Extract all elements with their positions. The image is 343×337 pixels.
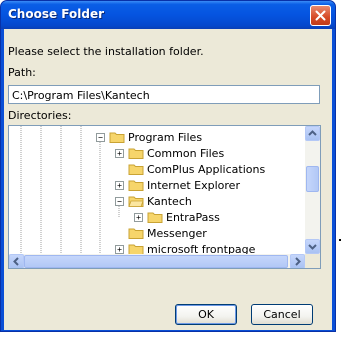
folder-icon bbox=[128, 148, 144, 159]
horizontal-scrollbar[interactable] bbox=[9, 254, 305, 268]
choose-folder-dialog: Choose Folder Please select the installa… bbox=[0, 0, 336, 332]
tree-item-label: Messenger bbox=[147, 226, 207, 240]
ok-button[interactable]: OK bbox=[175, 304, 237, 325]
instruction-text: Please select the installation folder. bbox=[8, 45, 204, 58]
scroll-right-button[interactable] bbox=[290, 254, 305, 268]
directories-label: Directories: bbox=[8, 109, 72, 122]
tree-item-label: Internet Explorer bbox=[147, 178, 240, 192]
plus-icon[interactable]: + bbox=[115, 180, 124, 190]
folder-open-icon bbox=[128, 196, 144, 207]
vertical-scroll-thumb[interactable] bbox=[306, 166, 319, 192]
tree-item-label: EntraPass bbox=[166, 210, 220, 224]
folder-icon bbox=[128, 228, 144, 239]
chevron-down-icon bbox=[308, 244, 317, 250]
tree-item-label: ComPlus Applications bbox=[147, 162, 266, 176]
tree-item-kantech[interactable]: − Kantech bbox=[115, 193, 192, 209]
plus-icon[interactable]: + bbox=[115, 244, 124, 254]
plus-icon[interactable]: + bbox=[115, 148, 124, 158]
path-label: Path: bbox=[8, 66, 36, 79]
tree-item-complus-applications[interactable]: ComPlus Applications bbox=[115, 161, 265, 177]
chevron-left-icon bbox=[13, 257, 19, 266]
tree-item-internet-explorer[interactable]: + Internet Explorer bbox=[115, 177, 240, 193]
close-icon bbox=[315, 10, 326, 21]
scrollbar-corner bbox=[305, 254, 320, 268]
chevron-right-icon bbox=[295, 257, 301, 266]
minus-icon[interactable]: − bbox=[96, 132, 105, 142]
cancel-button[interactable]: Cancel bbox=[251, 304, 313, 325]
folder-icon bbox=[128, 180, 144, 191]
window-title: Choose Folder bbox=[8, 7, 105, 21]
tree-item-program-files[interactable]: − Program Files bbox=[96, 129, 202, 145]
tree-item-messenger[interactable]: Messenger bbox=[115, 225, 207, 241]
minus-icon[interactable]: − bbox=[115, 196, 124, 206]
tree-item-entrapass[interactable]: + EntraPass bbox=[134, 209, 220, 225]
dialog-body: Please select the installation folder. P… bbox=[4, 29, 332, 330]
folder-icon bbox=[109, 132, 125, 143]
scroll-up-button[interactable] bbox=[305, 126, 320, 141]
horizontal-scroll-thumb[interactable] bbox=[24, 255, 288, 268]
close-button[interactable] bbox=[310, 5, 331, 26]
folder-icon bbox=[128, 164, 144, 175]
stray-dot bbox=[339, 239, 341, 241]
vertical-scrollbar[interactable] bbox=[305, 126, 320, 254]
folder-icon bbox=[147, 212, 163, 223]
title-bar[interactable]: Choose Folder bbox=[1, 1, 335, 29]
directory-tree[interactable]: − Program Files + Common Files ComPlus A… bbox=[8, 125, 321, 269]
tree-item-label: Kantech bbox=[147, 194, 192, 208]
scroll-left-button[interactable] bbox=[9, 254, 24, 268]
plus-icon[interactable]: + bbox=[134, 212, 143, 222]
chevron-up-icon bbox=[308, 130, 317, 136]
tree-item-label: Common Files bbox=[147, 146, 225, 160]
tree-item-label: Program Files bbox=[128, 130, 203, 144]
tree-item-common-files[interactable]: + Common Files bbox=[115, 145, 224, 161]
path-field[interactable] bbox=[8, 85, 320, 104]
scroll-down-button[interactable] bbox=[305, 239, 320, 254]
